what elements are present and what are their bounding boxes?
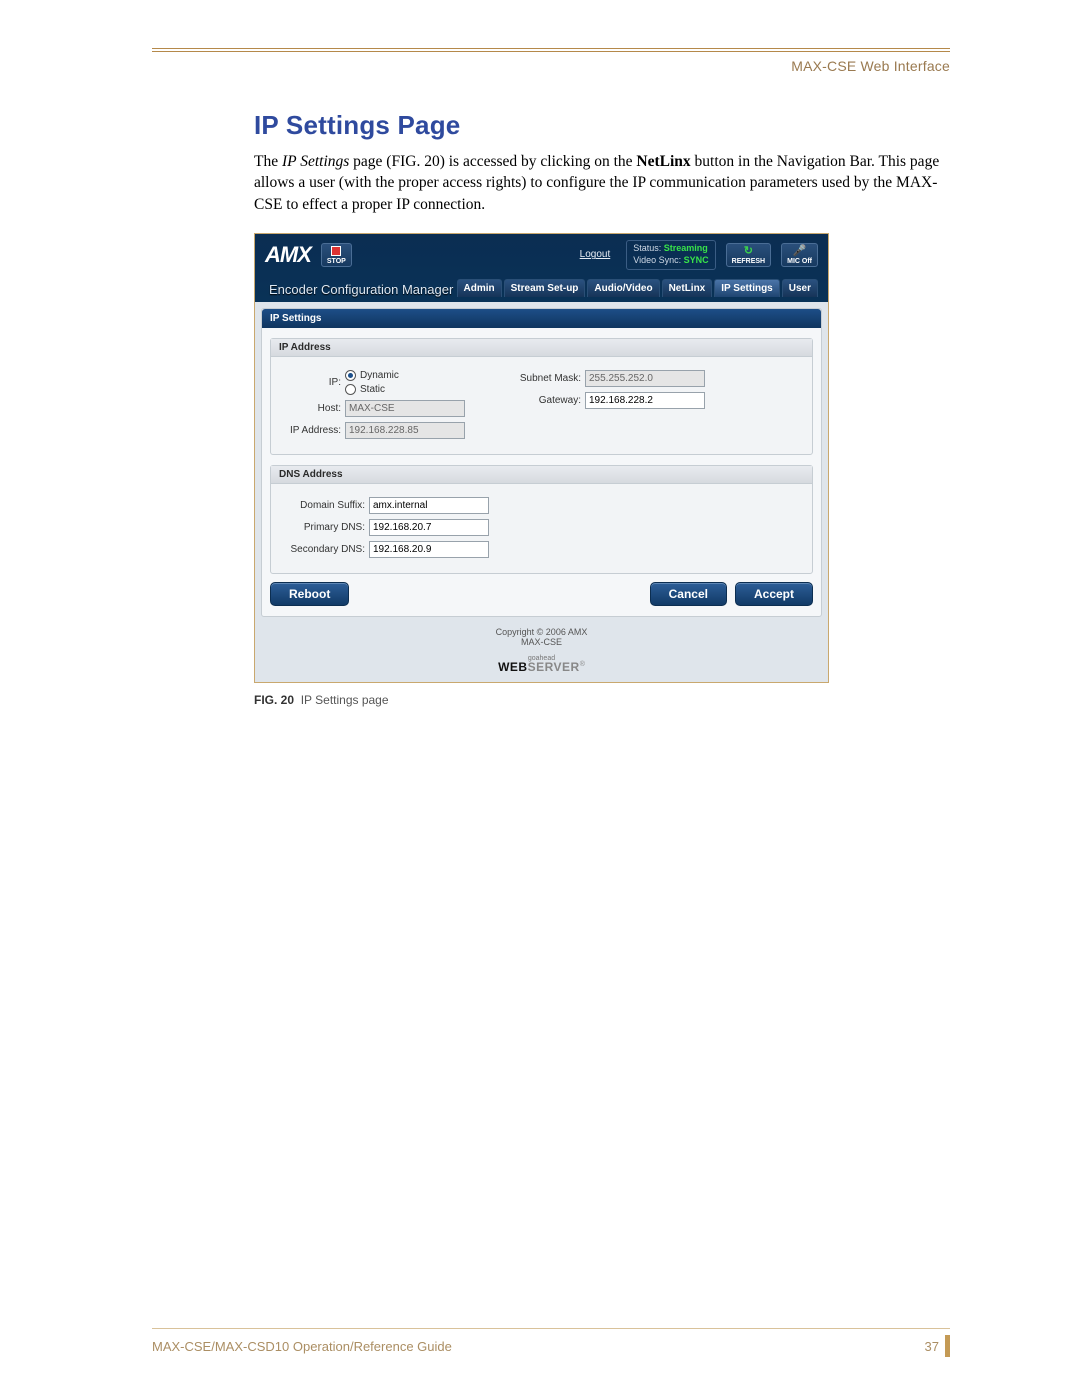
host-label: Host: <box>281 403 341 414</box>
ipaddr-label: IP Address: <box>281 425 341 436</box>
gateway-label: Gateway: <box>505 395 581 406</box>
radio-label: Static <box>360 384 385 395</box>
host-input <box>345 400 465 417</box>
section-title: IP Settings Page <box>254 110 950 141</box>
cancel-button[interactable]: Cancel <box>650 582 727 606</box>
gateway-input[interactable] <box>585 392 705 409</box>
ipaddr-input <box>345 422 465 439</box>
status-label: Status: <box>633 243 661 253</box>
status-box: Status: Streaming Video Sync: SYNC <box>626 240 715 269</box>
tab-stream-setup[interactable]: Stream Set-up <box>504 279 586 297</box>
refresh-button[interactable]: ↻ REFRESH <box>726 243 771 267</box>
tab-ip-settings[interactable]: IP Settings <box>714 279 780 297</box>
status-value: Streaming <box>664 243 708 253</box>
logout-link[interactable]: Logout <box>580 249 611 260</box>
suffix-label: Domain Suffix: <box>281 500 365 511</box>
webserver-logo: goahead WEBSERVER® <box>255 657 828 675</box>
text: The <box>254 153 282 170</box>
vsync-label: Video Sync: <box>633 255 681 265</box>
body-paragraph: The IP Settings page (FIG. 20) is access… <box>254 151 950 215</box>
footer-guide-title: MAX-CSE/MAX-CSD10 Operation/Reference Gu… <box>152 1339 452 1354</box>
ip-address-group: IP Address IP: Dynamic Static <box>270 338 813 455</box>
radio-icon <box>345 370 356 381</box>
figure-caption-text: IP Settings page <box>301 693 389 707</box>
copyright-text: Copyright © 2006 AMX <box>255 627 828 637</box>
stop-icon <box>331 246 341 256</box>
suffix-input[interactable] <box>369 497 489 514</box>
web-text: WEB <box>498 660 528 674</box>
text-bold: NetLinx <box>636 153 690 170</box>
radio-static[interactable]: Static <box>345 384 399 395</box>
secondary-dns-label: Secondary DNS: <box>281 544 365 555</box>
header-section-label: MAX-CSE Web Interface <box>152 58 950 74</box>
accept-button[interactable]: Accept <box>735 582 813 606</box>
product-name: MAX-CSE <box>255 637 828 647</box>
text-italic: IP Settings <box>282 153 349 170</box>
app-footer: Copyright © 2006 AMX MAX-CSE goahead WEB… <box>255 623 828 683</box>
stop-label: STOP <box>327 258 346 265</box>
primary-dns-label: Primary DNS: <box>281 522 365 533</box>
tab-admin[interactable]: Admin <box>457 279 502 297</box>
figure-caption: FIG. 20 IP Settings page <box>254 693 950 707</box>
mic-off-button[interactable]: 🎤 MIC Off <box>781 243 818 267</box>
secondary-dns-input[interactable] <box>369 541 489 558</box>
mic-label: MIC Off <box>787 258 812 265</box>
group-header: IP Address <box>271 339 812 357</box>
refresh-label: REFRESH <box>732 258 765 265</box>
group-header: DNS Address <box>271 466 812 484</box>
tab-user[interactable]: User <box>782 279 818 297</box>
figure-number: FIG. 20 <box>254 693 294 707</box>
header-rule <box>152 48 950 49</box>
radio-icon <box>345 384 356 395</box>
radio-label: Dynamic <box>360 370 399 381</box>
mic-icon: 🎤 <box>793 246 807 257</box>
reboot-button[interactable]: Reboot <box>270 582 349 606</box>
panel-header: IP Settings <box>262 309 821 328</box>
ip-mode-label: IP: <box>281 377 341 388</box>
nav-tabs: Admin Stream Set-up Audio/Video NetLinx … <box>457 279 818 297</box>
stop-button[interactable]: STOP <box>321 243 352 267</box>
page-number: 37 <box>925 1339 939 1354</box>
tab-netlinx[interactable]: NetLinx <box>662 279 713 297</box>
page-accent-bar <box>945 1335 950 1357</box>
dns-address-group: DNS Address Domain Suffix: Primary DNS: <box>270 465 813 574</box>
primary-dns-input[interactable] <box>369 519 489 536</box>
server-text: SERVER <box>528 660 580 674</box>
figure-screenshot: AMX STOP Logout Status: Streaming Video … <box>254 233 829 683</box>
subnet-label: Subnet Mask: <box>505 373 581 384</box>
refresh-icon: ↻ <box>744 246 753 257</box>
subnet-input <box>585 370 705 387</box>
registered-icon: ® <box>580 661 585 668</box>
amx-logo: AMX <box>265 242 311 268</box>
app-title: Encoder Configuration Manager <box>269 282 453 297</box>
page-footer: MAX-CSE/MAX-CSD10 Operation/Reference Gu… <box>152 1328 950 1357</box>
radio-dynamic[interactable]: Dynamic <box>345 370 399 381</box>
text: page (FIG. 20) is accessed by clicking o… <box>349 153 636 170</box>
ip-settings-panel: IP Settings IP Address IP: Dyna <box>261 308 822 617</box>
tab-audio-video[interactable]: Audio/Video <box>587 279 659 297</box>
vsync-value: SYNC <box>684 255 709 265</box>
header-rule <box>152 51 950 52</box>
